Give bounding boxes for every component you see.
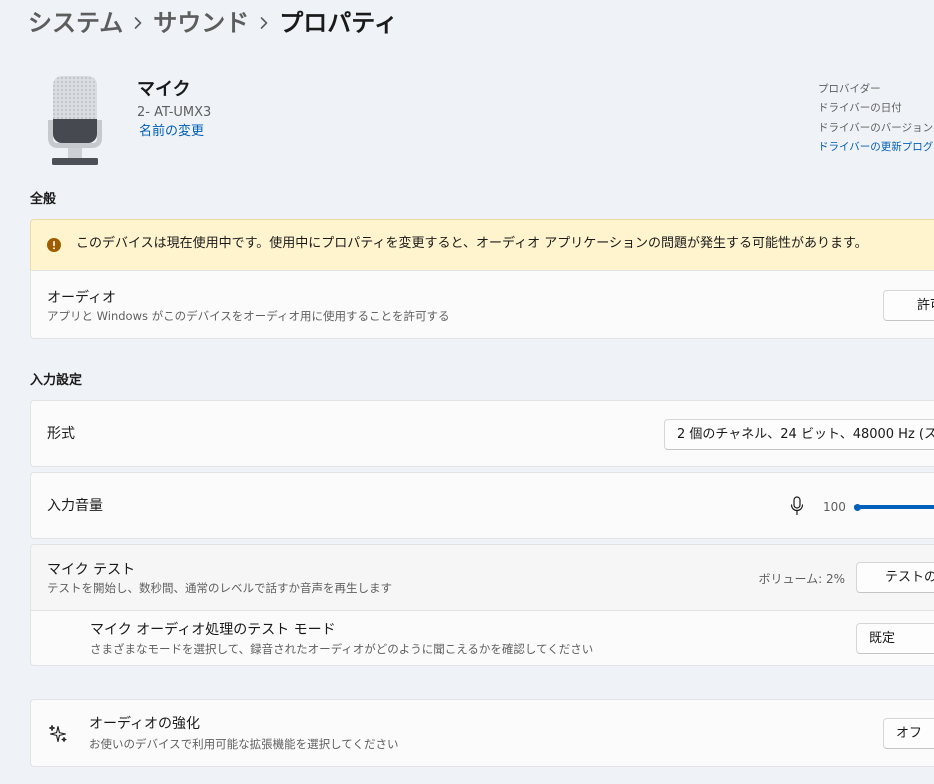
sparkle-icon <box>48 724 68 744</box>
device-name: マイク <box>137 79 191 100</box>
provider-label: プロバイダー <box>818 83 881 95</box>
breadcrumb: システム サウンド プロパティ <box>28 4 398 42</box>
test-mode-description: さまざまなモードを選択して、録音されたオーディオがどのように聞こえるかを確認して… <box>90 642 594 656</box>
mic-base <box>52 158 98 165</box>
microphone-illustration <box>44 72 106 172</box>
breadcrumb-item-system[interactable]: システム <box>28 4 123 42</box>
mic-test-volume-readout: ボリューム: 2% <box>758 572 845 586</box>
test-mode-dropdown[interactable]: 既定 <box>856 623 934 654</box>
section-heading-general: 全般 <box>30 192 57 207</box>
test-mode-title: マイク オーディオ処理のテスト モード <box>90 622 336 638</box>
input-volume-card: 入力音量 100 <box>30 472 934 539</box>
mic-test-title: マイク テスト <box>47 562 136 578</box>
rename-link[interactable]: 名前の変更 <box>139 123 204 141</box>
input-volume-title: 入力音量 <box>47 498 103 514</box>
mic-capsule <box>53 76 97 143</box>
format-card: 形式 2 個のチャネル、24 ビット、48000 Hz (スタジオの <box>30 400 934 467</box>
chevron-right-icon <box>123 4 153 42</box>
audio-title: オーディオ <box>47 290 117 306</box>
driver-version-label: ドライバーのバージョン <box>818 121 934 134</box>
page-title: プロパティ <box>279 9 398 37</box>
warning-icon <box>47 237 61 252</box>
driver-date-label: ドライバーの日付 <box>818 102 902 115</box>
device-model: 2- AT-UMX3 <box>137 105 212 120</box>
audio-permission-button[interactable]: 許可 <box>883 290 934 321</box>
test-mode-row: マイク オーディオ処理のテスト モード さまざまなモードを選択して、録音されたオ… <box>30 610 934 666</box>
microphone-icon[interactable] <box>790 496 804 516</box>
breadcrumb-item-sound[interactable]: サウンド <box>153 4 249 42</box>
warning-text: このデバイスは現在使用中です。使用中にプロパティを変更すると、オーディオ アプリ… <box>76 236 868 251</box>
driver-update-link[interactable]: ドライバーの更新プログラ <box>818 138 934 157</box>
chevron-right-icon <box>249 4 279 42</box>
audio-enhancement-card: オーディオの強化 お使いのデバイスで利用可能な拡張機能を選択してください オフ <box>30 699 934 767</box>
mic-test-expander[interactable]: マイク テスト テストを開始し、数秒間、通常のレベルで話すか音声を再生します ボ… <box>30 544 934 611</box>
warning-banner: このデバイスは現在使用中です。使用中にプロパティを変更すると、オーディオ アプリ… <box>30 219 934 271</box>
driver-info: プロバイダー ドライバーの日付 ドライバーのバージョン ドライバーの更新プログラ <box>818 80 934 157</box>
input-volume-value: 100 <box>823 500 846 514</box>
audio-description: アプリと Windows がこのデバイスをオーディオ用に使用することを許可する <box>47 309 450 323</box>
format-title: 形式 <box>47 426 75 442</box>
input-volume-slider[interactable] <box>854 501 934 513</box>
section-heading-input-settings: 入力設定 <box>30 373 83 388</box>
format-dropdown[interactable]: 2 個のチャネル、24 ビット、48000 Hz (スタジオの <box>664 419 934 450</box>
volume-slider-fill <box>854 505 934 509</box>
mic-test-description: テストを開始し、数秒間、通常のレベルで話すか音声を再生します <box>47 581 392 595</box>
audio-enhancement-title: オーディオの強化 <box>89 716 201 732</box>
start-test-button[interactable]: テストの開 <box>856 562 934 593</box>
audio-enhancement-description: お使いのデバイスで利用可能な拡張機能を選択してください <box>89 737 399 751</box>
mic-stem <box>68 148 82 158</box>
volume-slider-cap <box>854 503 861 511</box>
audio-enhancement-dropdown[interactable]: オフ <box>883 718 934 749</box>
audio-permission-card: オーディオ アプリと Windows がこのデバイスをオーディオ用に使用すること… <box>30 270 934 339</box>
